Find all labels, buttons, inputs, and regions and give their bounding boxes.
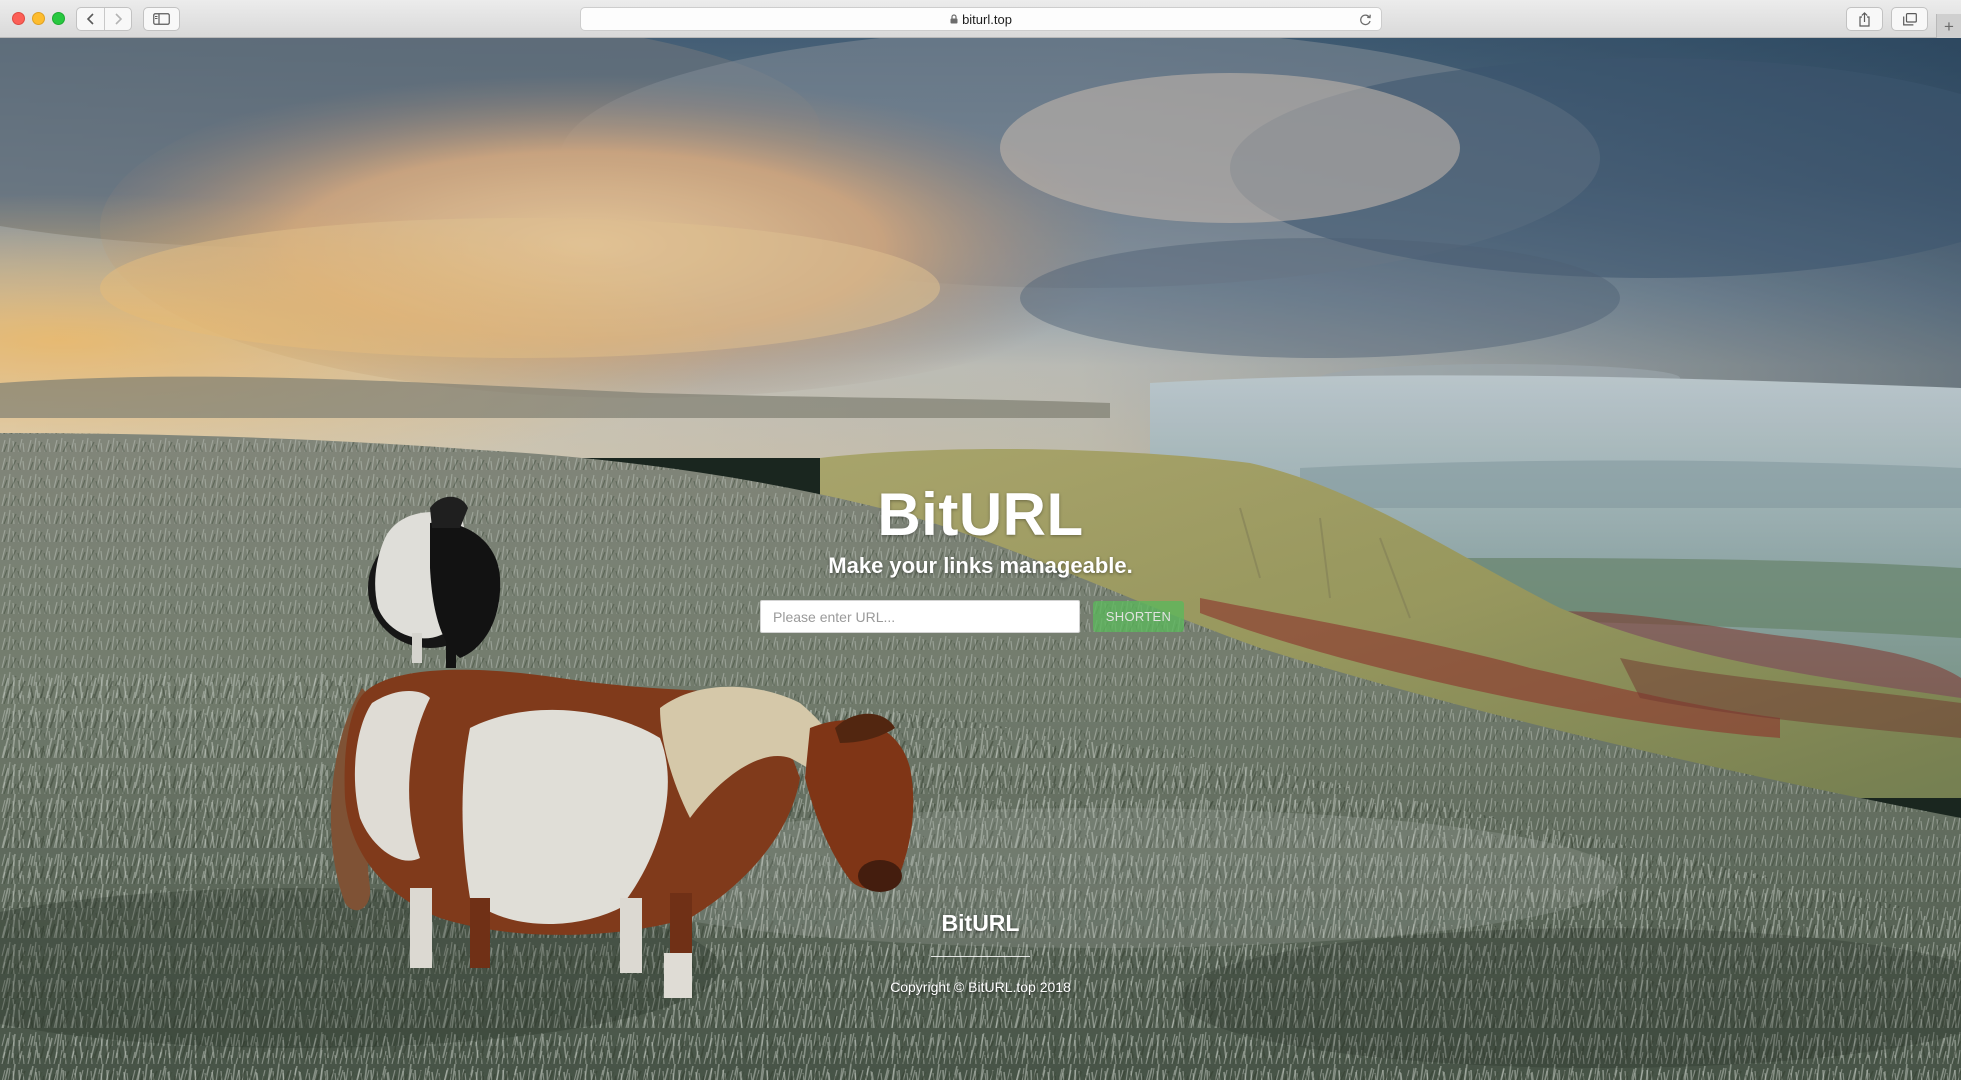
sidebar-icon — [153, 13, 170, 25]
show-tabs-button[interactable] — [1891, 7, 1928, 31]
back-button[interactable] — [77, 8, 104, 30]
forward-button[interactable] — [104, 8, 131, 30]
site-tagline: Make your links manageable. — [828, 553, 1133, 578]
address-bar[interactable]: biturl.top — [580, 7, 1382, 31]
footer-divider — [931, 956, 1030, 957]
sidebar-toggle-button[interactable] — [143, 7, 180, 31]
plus-icon: + — [1944, 16, 1954, 36]
tabs-overview-icon — [1902, 12, 1917, 25]
footer-copyright: Copyright © BitURL.top 2018 — [890, 979, 1071, 995]
shorten-form: SHORTEN — [760, 600, 1184, 633]
browser-toolbar: biturl.top + — [0, 0, 1961, 38]
shorten-button[interactable]: SHORTEN — [1093, 601, 1184, 632]
zoom-window-button[interactable] — [52, 12, 65, 25]
chevron-left-icon — [86, 13, 94, 25]
lock-icon — [950, 14, 958, 24]
site-title: BitURL — [877, 481, 1084, 548]
new-tab-button[interactable]: + — [1936, 14, 1961, 38]
close-window-button[interactable] — [12, 12, 25, 25]
share-icon — [1859, 11, 1870, 27]
chevron-right-icon — [115, 13, 123, 25]
address-url: biturl.top — [962, 11, 1012, 27]
navigation-buttons — [76, 7, 132, 31]
share-button[interactable] — [1846, 7, 1883, 31]
page-viewport: BitURL Make your links manageable. SHORT… — [0, 38, 1961, 1080]
minimize-window-button[interactable] — [32, 12, 45, 25]
footer-brand: BitURL — [941, 910, 1020, 936]
reload-icon[interactable] — [1359, 13, 1372, 26]
url-input[interactable] — [760, 600, 1080, 633]
